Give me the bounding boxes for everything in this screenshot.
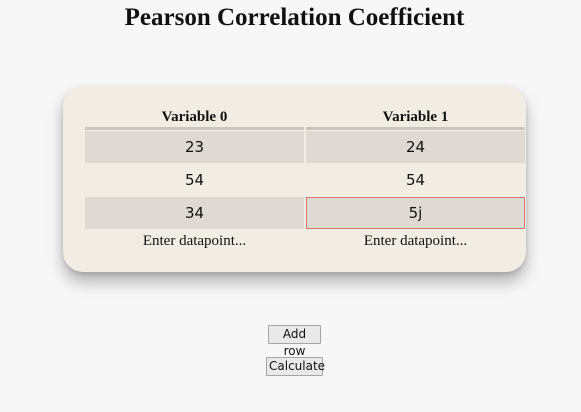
datapoint-entry-field[interactable]: Enter datapoint... <box>85 230 304 252</box>
column-variable-1: Variable 1 24 54 5j Enter datapoint... <box>306 108 525 252</box>
data-cell[interactable]: 23 <box>85 131 304 163</box>
calculate-button[interactable]: Calculate <box>266 357 325 376</box>
data-cell[interactable]: 34 <box>85 197 304 229</box>
invalid-data-cell[interactable]: 5j <box>306 197 525 229</box>
datapoint-entry-field[interactable]: Enter datapoint... <box>306 230 525 252</box>
page-title: Pearson Correlation Coefficient <box>124 4 465 31</box>
page: Pearson Correlation Coefficient Variable… <box>0 0 581 412</box>
data-cell[interactable]: 54 <box>85 164 304 196</box>
column-header: Variable 0 <box>85 108 304 130</box>
column-header: Variable 1 <box>306 108 525 130</box>
data-table-card: Variable 0 23 54 34 Enter datapoint... V… <box>63 86 526 272</box>
data-cell[interactable]: 54 <box>306 164 525 196</box>
column-variable-0: Variable 0 23 54 34 Enter datapoint... <box>85 108 304 252</box>
data-cell[interactable]: 24 <box>306 131 525 163</box>
add-row-button[interactable]: Add row <box>268 325 321 358</box>
